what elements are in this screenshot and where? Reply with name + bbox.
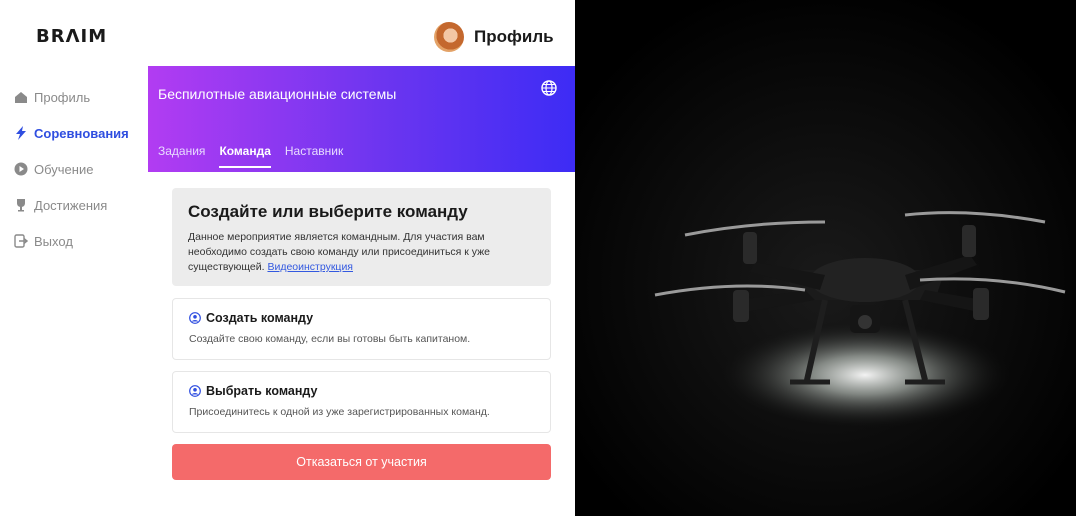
choose-team-title: Выбрать команду [189, 384, 534, 398]
tab-mentor[interactable]: Наставник [285, 144, 343, 168]
profile-menu[interactable]: Профиль [434, 22, 554, 52]
refuse-participation-button[interactable]: Отказаться от участия [172, 444, 551, 480]
sidebar-item-profile[interactable]: Профиль [14, 88, 129, 106]
tab-tasks[interactable]: Задания [158, 144, 205, 168]
sidebar-item-achievements[interactable]: Достижения [14, 196, 129, 214]
event-tabs: Задания Команда Наставник [158, 144, 357, 168]
trophy-icon [17, 199, 25, 212]
main-panel: BRΛIM Профиль Профиль Соревнования Обуче… [0, 0, 575, 516]
card-title-text: Создать команду [206, 311, 314, 325]
event-header: Беспилотные авиационные системы Задания … [148, 66, 575, 172]
event-title: Беспилотные авиационные системы [158, 86, 397, 102]
drone-image [575, 0, 1076, 516]
sidebar-item-label: Соревнования [34, 125, 129, 141]
info-title: Создайте или выберите команду [188, 202, 468, 221]
create-team-desc: Создайте свою команду, если вы готовы бы… [189, 333, 471, 345]
choose-team-card[interactable]: Выбрать команду Присоединитесь к одной и… [172, 371, 551, 433]
create-team-card[interactable]: Создать команду Создайте свою команду, е… [172, 298, 551, 360]
home-icon [15, 92, 27, 103]
avatar[interactable] [434, 22, 464, 52]
choose-team-desc: Присоединитесь к одной из уже зарегистри… [189, 406, 490, 418]
user-circle-icon [189, 312, 201, 324]
sidebar-item-label: Профиль [34, 89, 91, 105]
logo: BRΛIM [36, 26, 108, 47]
sidebar: Профиль Соревнования Обучение Достижения… [14, 88, 129, 268]
card-title-text: Выбрать команду [206, 384, 318, 398]
info-text: Данное мероприятие является командным. Д… [188, 230, 535, 275]
globe-icon[interactable] [541, 80, 557, 96]
sidebar-item-learning[interactable]: Обучение [14, 160, 129, 178]
logout-icon [14, 234, 28, 248]
play-icon [14, 162, 28, 176]
team-info-panel: Создайте или выберите команду Данное мер… [172, 188, 551, 286]
video-instruction-link[interactable]: Видеоинструкция [267, 261, 353, 273]
sidebar-item-label: Выход [34, 233, 73, 249]
lightning-icon [16, 126, 26, 140]
sidebar-item-logout[interactable]: Выход [14, 232, 129, 250]
user-circle-icon [189, 385, 201, 397]
sidebar-item-competitions[interactable]: Соревнования [14, 124, 129, 142]
profile-label[interactable]: Профиль [474, 27, 554, 47]
tab-team[interactable]: Команда [219, 144, 271, 168]
sidebar-item-label: Достижения [34, 197, 108, 213]
drone-illustration [575, 0, 1076, 516]
sidebar-item-label: Обучение [34, 161, 94, 177]
create-team-title: Создать команду [189, 311, 534, 325]
